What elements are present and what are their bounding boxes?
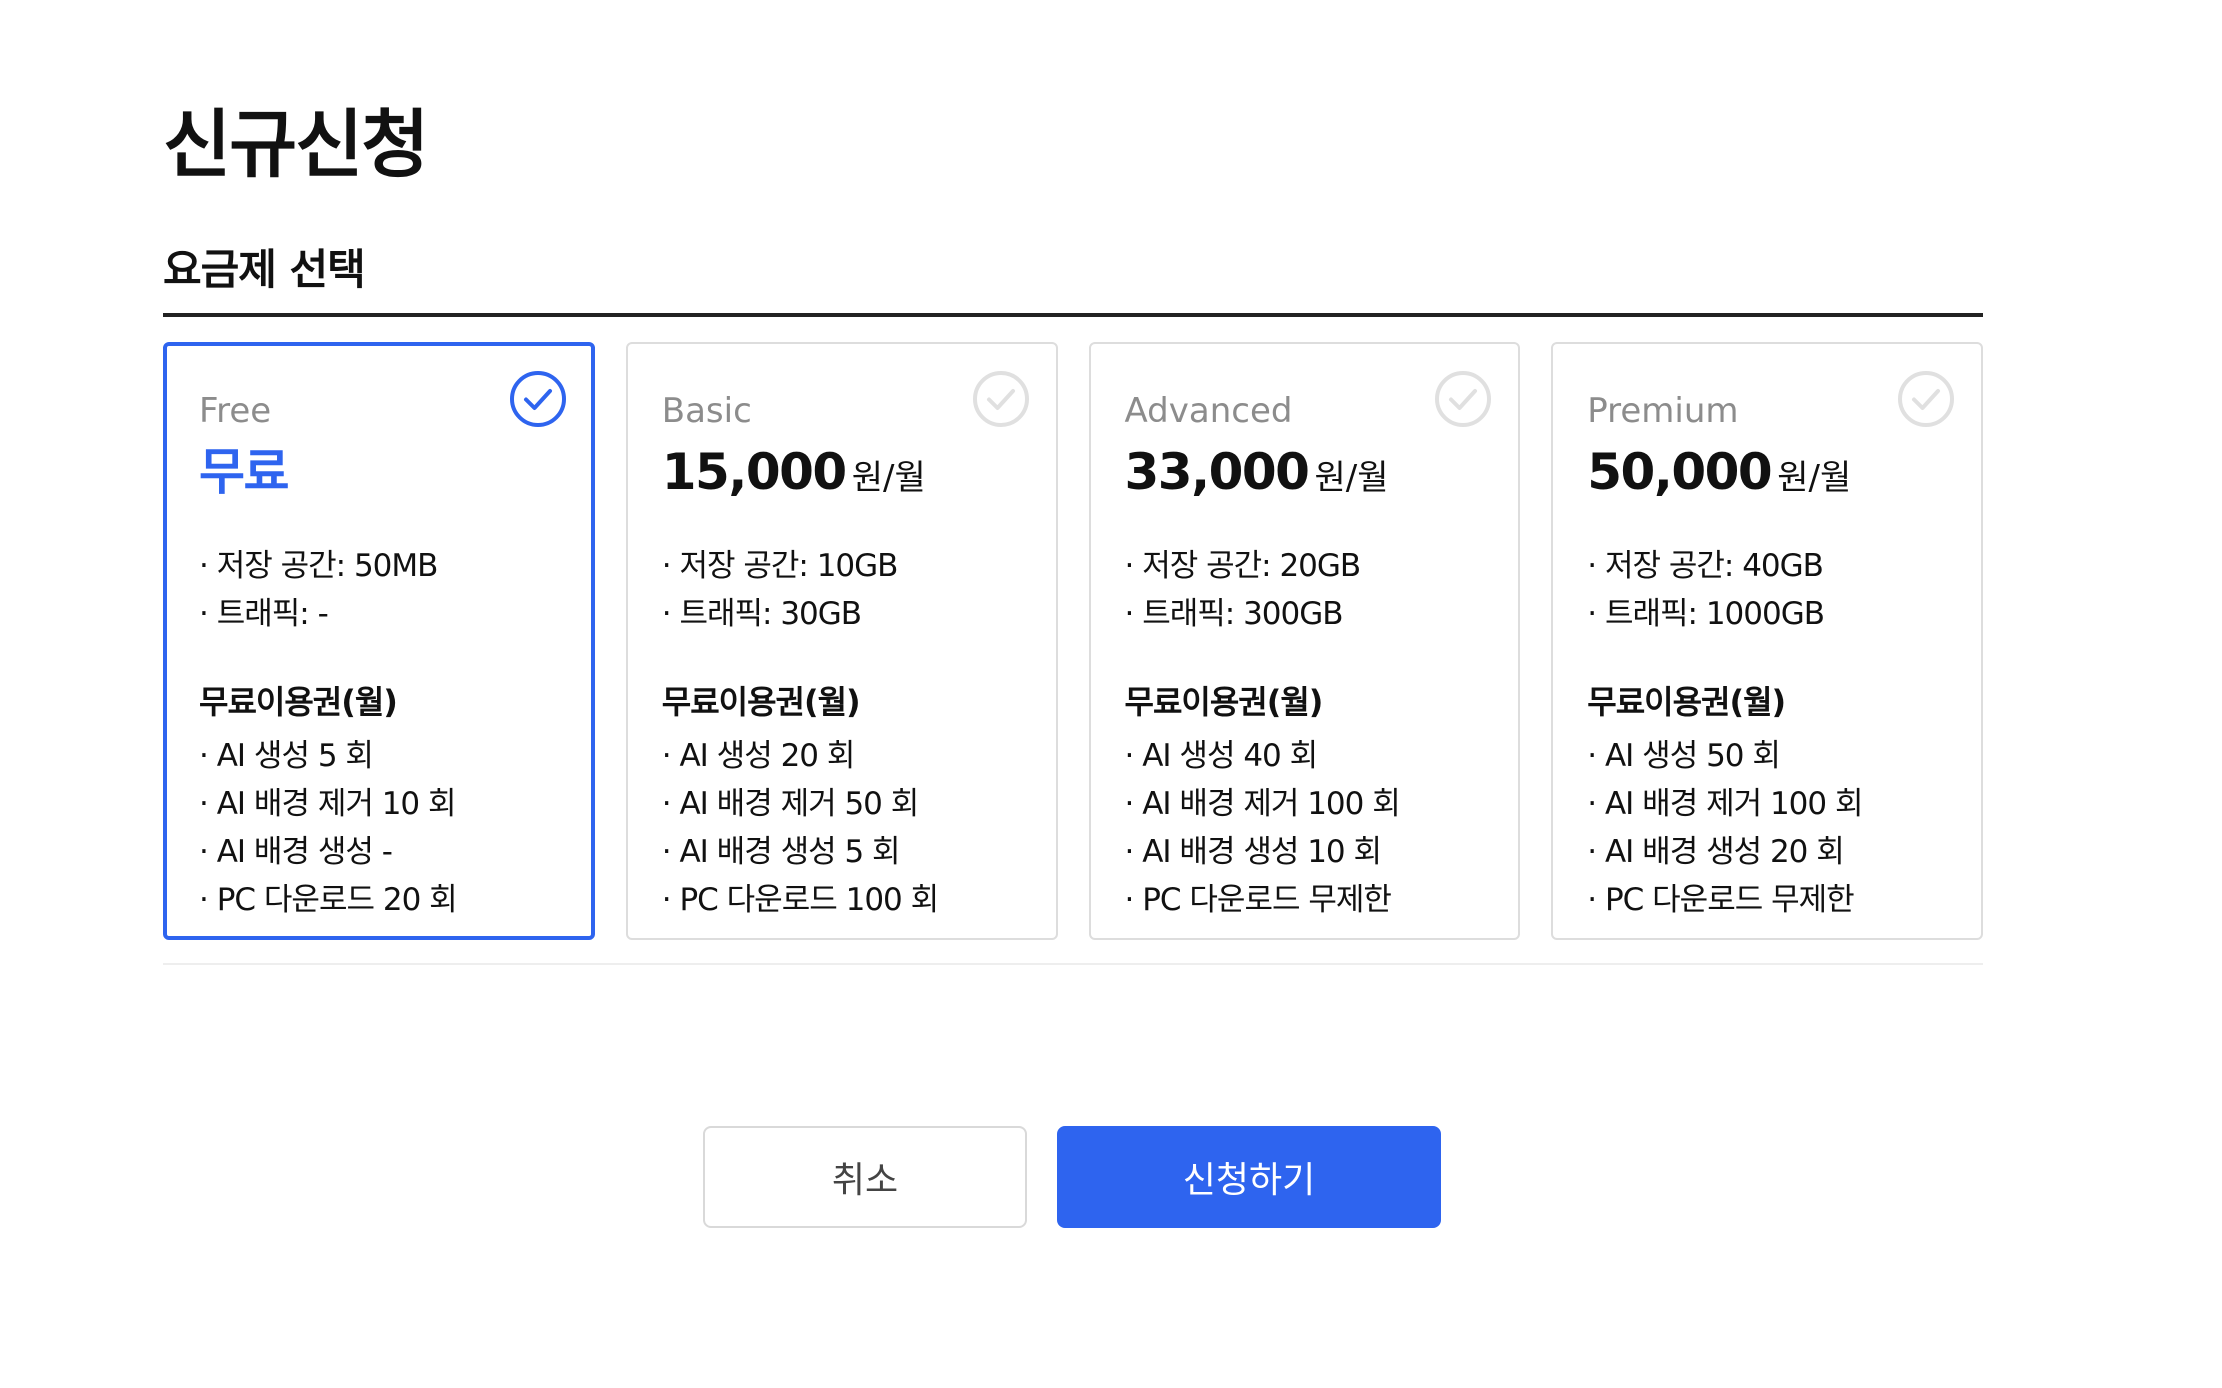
benefit-ai-bg-generate: AI 배경 생성 10 회 xyxy=(1125,828,1485,876)
plan-card-premium[interactable]: Premium 50,000 원/월 저장 공간: 40GB 트래픽: 1000… xyxy=(1551,342,1983,940)
spec-storage: 저장 공간: 40GB xyxy=(1587,542,1947,590)
benefit-pc-download: PC 다운로드 100 회 xyxy=(662,876,1022,924)
plan-specs: 저장 공간: 20GB 트래픽: 300GB xyxy=(1125,542,1485,638)
action-bar: 취소 신청하기 xyxy=(703,1126,1441,1228)
check-circle-icon xyxy=(509,371,566,427)
plan-card-advanced[interactable]: Advanced 33,000 원/월 저장 공간: 20GB 트래픽: 300… xyxy=(1088,342,1521,940)
plan-price-row: 33,000 원/월 xyxy=(1125,440,1485,504)
plan-price: 33,000 xyxy=(1124,443,1310,501)
benefit-title: 무료이용권(월) xyxy=(661,683,861,721)
benefit-ai-bg-generate: AI 배경 생성 20 회 xyxy=(1587,828,1947,876)
plan-price-row: 50,000 원/월 xyxy=(1587,440,1947,504)
plan-price-unit: 원/월 xyxy=(851,458,926,498)
plan-price-unit: 원/월 xyxy=(1777,458,1852,498)
spec-traffic: 트래픽: - xyxy=(199,590,559,638)
spec-traffic: 트래픽: 30GB xyxy=(662,590,1022,638)
plans-bottom-divider xyxy=(163,963,1983,965)
spec-traffic: 트래픽: 300GB xyxy=(1125,590,1485,638)
spec-traffic: 트래픽: 1000GB xyxy=(1587,590,1947,638)
page-title: 신규신청 xyxy=(163,102,429,188)
plan-benefits: AI 생성 5 회 AI 배경 제거 10 회 AI 배경 생성 - PC 다운… xyxy=(199,732,559,924)
benefit-ai-generate: AI 생성 50 회 xyxy=(1587,732,1947,780)
benefit-ai-bg-remove: AI 배경 제거 50 회 xyxy=(662,780,1022,828)
plan-name: Premium xyxy=(1587,391,1739,431)
plan-name: Basic xyxy=(661,391,752,431)
benefit-ai-bg-remove: AI 배경 제거 100 회 xyxy=(1587,780,1947,828)
section-divider xyxy=(163,313,1983,317)
benefit-pc-download: PC 다운로드 무제한 xyxy=(1125,876,1485,924)
benefit-ai-bg-remove: AI 배경 제거 100 회 xyxy=(1125,780,1485,828)
plan-card-free[interactable]: Free 무료 저장 공간: 50MB 트래픽: - 무료이용권(월) AI 생… xyxy=(163,342,595,940)
plan-specs: 저장 공간: 40GB 트래픽: 1000GB xyxy=(1587,542,1947,638)
plan-benefits: AI 생성 20 회 AI 배경 제거 50 회 AI 배경 생성 5 회 PC… xyxy=(662,732,1022,924)
benefit-ai-bg-remove: AI 배경 제거 10 회 xyxy=(199,780,559,828)
benefit-title: 무료이용권(월) xyxy=(199,683,398,721)
plan-list: Free 무료 저장 공간: 50MB 트래픽: - 무료이용권(월) AI 생… xyxy=(163,342,1983,940)
plan-name: Free xyxy=(199,391,272,431)
plan-benefits: AI 생성 50 회 AI 배경 제거 100 회 AI 배경 생성 20 회 … xyxy=(1587,732,1947,924)
spec-storage: 저장 공간: 50MB xyxy=(199,542,559,590)
benefit-pc-download: PC 다운로드 20 회 xyxy=(199,876,559,924)
plan-price-unit: 원/월 xyxy=(1314,458,1389,498)
plan-price-row: 15,000 원/월 xyxy=(662,440,1022,504)
benefit-pc-download: PC 다운로드 무제한 xyxy=(1587,876,1947,924)
plan-price: 50,000 xyxy=(1587,443,1772,501)
plan-card-basic[interactable]: Basic 15,000 원/월 저장 공간: 10GB 트래픽: 30GB 무… xyxy=(625,342,1058,940)
plan-name: Advanced xyxy=(1124,391,1293,431)
benefit-ai-bg-generate: AI 배경 생성 5 회 xyxy=(662,828,1022,876)
spec-storage: 저장 공간: 10GB xyxy=(662,542,1022,590)
submit-button[interactable]: 신청하기 xyxy=(1057,1126,1441,1228)
plan-price: 무료 xyxy=(199,443,290,501)
benefit-title: 무료이용권(월) xyxy=(1124,683,1324,721)
plan-benefits: AI 생성 40 회 AI 배경 제거 100 회 AI 배경 생성 10 회 … xyxy=(1125,732,1485,924)
spec-storage: 저장 공간: 20GB xyxy=(1125,542,1485,590)
section-title: 요금제 선택 xyxy=(163,245,366,294)
check-circle-icon xyxy=(1435,371,1492,427)
page: 신규신청 요금제 선택 Free 무료 저장 공간: 50MB 트래픽: - 무… xyxy=(163,0,1983,1388)
plan-price: 15,000 xyxy=(661,443,847,501)
plan-specs: 저장 공간: 10GB 트래픽: 30GB xyxy=(662,542,1022,638)
cancel-button[interactable]: 취소 xyxy=(703,1126,1027,1228)
benefit-title: 무료이용권(월) xyxy=(1587,683,1786,721)
plan-price-row: 무료 xyxy=(199,440,559,504)
benefit-ai-bg-generate: AI 배경 생성 - xyxy=(199,828,559,876)
benefit-ai-generate: AI 생성 5 회 xyxy=(199,732,559,780)
check-circle-icon xyxy=(1898,371,1954,427)
plan-specs: 저장 공간: 50MB 트래픽: - xyxy=(199,542,559,638)
benefit-ai-generate: AI 생성 40 회 xyxy=(1125,732,1485,780)
check-circle-icon xyxy=(972,371,1029,427)
benefit-ai-generate: AI 생성 20 회 xyxy=(662,732,1022,780)
